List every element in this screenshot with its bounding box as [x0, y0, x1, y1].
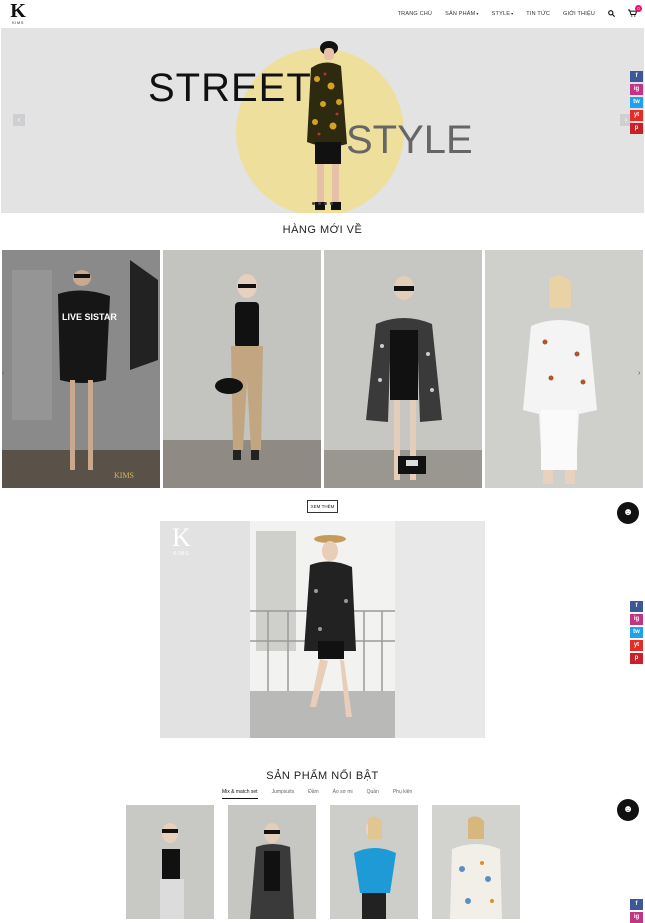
- chat-icon[interactable]: ☻: [617, 799, 639, 821]
- chat-icon[interactable]: ☻: [617, 502, 639, 524]
- nav-home[interactable]: TRANG CHỦ: [398, 11, 433, 17]
- lookbook-logo-text: KIMS: [173, 551, 190, 557]
- product-image: [126, 805, 214, 919]
- tab-accessories[interactable]: Phụ kiện: [393, 789, 412, 799]
- svg-text:LIVE SISTAR: LIVE SISTAR: [62, 312, 117, 322]
- tab-dresses[interactable]: Đầm: [308, 789, 319, 799]
- grid-next-arrow[interactable]: ›: [638, 370, 640, 377]
- grid-prev-arrow[interactable]: ‹: [2, 370, 4, 377]
- lookbook-logo: K KIMS: [172, 523, 191, 558]
- hero-word-street: STREET: [148, 66, 312, 110]
- product-card[interactable]: [163, 250, 321, 488]
- youtube-icon[interactable]: yt: [630, 110, 643, 121]
- hero-dot[interactable]: [330, 202, 333, 205]
- chevron-down-icon: ▾: [511, 11, 514, 16]
- nav-products-label: SẢN PHẨM: [445, 11, 476, 17]
- featured-title: SẢN PHẨM NỔI BẬT: [266, 770, 379, 782]
- product-image: LIVE SISTAR KIMS: [2, 250, 160, 488]
- brand-logo[interactable]: K KIMS: [8, 0, 28, 26]
- social-rail: f ig: [630, 899, 644, 923]
- hero-dot[interactable]: [312, 202, 315, 205]
- twitter-icon[interactable]: tw: [630, 627, 643, 638]
- new-arrivals-grid: LIVE SISTAR KIMS: [2, 250, 643, 488]
- lookbook-image: [160, 521, 485, 738]
- product-image: [485, 250, 643, 488]
- instagram-icon[interactable]: ig: [630, 614, 643, 625]
- view-more-button[interactable]: XEM THÊM: [307, 500, 338, 513]
- product-image: [228, 805, 316, 919]
- main-nav: TRANG CHỦ SẢN PHẨM▾ STYLE▾ TIN TỨC GIỚI …: [398, 0, 642, 28]
- lookbook-banner[interactable]: K KIMS: [160, 521, 485, 738]
- lookbook-logo-letter: K: [172, 523, 191, 552]
- nav-products[interactable]: SẢN PHẨM▾: [445, 11, 479, 17]
- hero-model-image: [307, 41, 347, 210]
- product-card[interactable]: [485, 250, 643, 488]
- cart-count-badge: 0: [635, 5, 642, 12]
- social-rail: f ig tw yt p: [630, 601, 644, 664]
- youtube-icon[interactable]: yt: [630, 640, 643, 651]
- instagram-icon[interactable]: ig: [630, 84, 643, 95]
- featured-product-card[interactable]: [330, 805, 418, 919]
- featured-product-card[interactable]: [228, 805, 316, 919]
- facebook-icon[interactable]: f: [630, 601, 643, 612]
- hero-word-style: STYLE: [346, 118, 473, 162]
- tab-pants[interactable]: Quần: [367, 789, 379, 799]
- nav-about[interactable]: GIỚI THIỆU: [563, 11, 595, 17]
- cart-button[interactable]: 0: [628, 5, 642, 19]
- product-card[interactable]: LIVE SISTAR KIMS: [2, 250, 160, 488]
- hero-pagination: [312, 202, 333, 205]
- tab-mix-match[interactable]: Mix & match set: [222, 789, 258, 799]
- hero-dot[interactable]: [318, 202, 321, 205]
- hero-prev-arrow[interactable]: ‹: [13, 114, 25, 126]
- nav-style[interactable]: STYLE▾: [492, 11, 514, 17]
- hero-banner[interactable]: STREET STYLE ‹ ›: [1, 28, 644, 213]
- hero-dot[interactable]: [324, 202, 327, 205]
- product-image: [330, 805, 418, 919]
- pinterest-icon[interactable]: p: [630, 653, 643, 664]
- product-image: [163, 250, 321, 488]
- featured-product-card[interactable]: [126, 805, 214, 919]
- social-rail: f ig tw yt p: [630, 71, 644, 134]
- featured-grid: [126, 805, 520, 919]
- tab-shirts[interactable]: Áo sơ mi: [333, 789, 353, 799]
- pinterest-icon[interactable]: p: [630, 123, 643, 134]
- search-icon[interactable]: [608, 9, 616, 19]
- product-watermark: KIMS: [114, 471, 134, 480]
- nav-news[interactable]: TIN TỨC: [526, 11, 550, 17]
- twitter-icon[interactable]: tw: [630, 97, 643, 108]
- tab-jumpsuits[interactable]: Jumpsuits: [272, 789, 295, 799]
- nav-style-label: STYLE: [491, 11, 511, 17]
- chevron-down-icon: ▾: [476, 11, 479, 16]
- product-image: [324, 250, 482, 488]
- instagram-icon[interactable]: ig: [630, 912, 643, 923]
- facebook-icon[interactable]: f: [630, 71, 643, 82]
- product-image: [432, 805, 520, 919]
- site-header: K KIMS TRANG CHỦ SẢN PHẨM▾ STYLE▾ TIN TỨ…: [0, 0, 645, 28]
- new-arrivals-title: HÀNG MỚI VỀ: [282, 224, 363, 236]
- featured-product-card[interactable]: [432, 805, 520, 919]
- product-card[interactable]: [324, 250, 482, 488]
- facebook-icon[interactable]: f: [630, 899, 643, 910]
- logo-letter: K: [10, 0, 26, 22]
- featured-tabs: Mix & match set Jumpsuits Đầm Áo sơ mi Q…: [222, 789, 412, 799]
